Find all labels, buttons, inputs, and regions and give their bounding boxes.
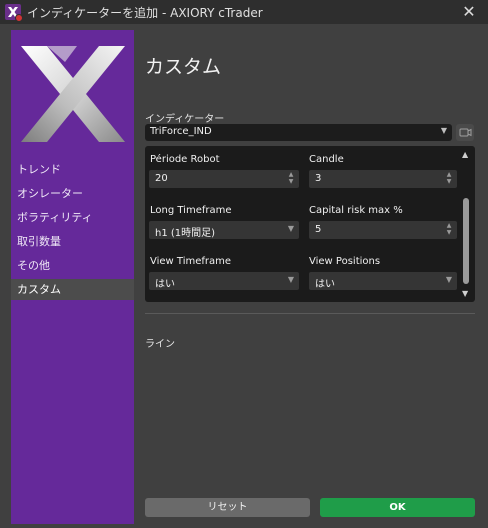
view-timeframe-label: View Timeframe <box>150 256 232 267</box>
chevron-down-icon: ▼ <box>287 224 294 233</box>
capital-risk-field[interactable]: 5 ▲ ▼ <box>309 221 457 239</box>
app-icon <box>5 4 23 22</box>
scroll-up-icon[interactable]: ▲ <box>462 150 468 159</box>
axiory-logo <box>17 38 129 150</box>
sidebar-item-other[interactable]: その他 <box>11 255 134 276</box>
sidebar-item-volatility[interactable]: ボラティリティ <box>11 207 134 228</box>
parameters-panel: Période Robot Candle 20 ▲ ▼ 3 ▲ ▼ Long Tim… <box>145 146 475 302</box>
chevron-down-icon: ▼ <box>445 275 452 284</box>
page-title: カスタム <box>145 56 222 78</box>
sidebar-item-custom[interactable]: カスタム <box>11 279 134 300</box>
sidebar-item-oscillator[interactable]: オシレーター <box>11 183 134 204</box>
indicator-select[interactable]: TriForce_IND ▼ <box>145 124 452 141</box>
candle-label: Candle <box>309 154 344 165</box>
long-timeframe-value: h1 (1時間足) <box>155 228 216 239</box>
sidebar-item-volume[interactable]: 取引数量 <box>11 231 134 252</box>
window-title: インディケーターを追加 - AXIORY cTrader <box>27 6 263 20</box>
lines-label: ライン <box>145 339 175 350</box>
sidebar-item-trend[interactable]: トレンド <box>11 159 134 180</box>
ok-button[interactable]: OK <box>320 498 475 517</box>
long-timeframe-select[interactable]: h1 (1時間足) ▼ <box>149 221 299 239</box>
camera-icon <box>459 128 472 137</box>
spinner-icon[interactable]: ▲ ▼ <box>445 222 453 236</box>
capital-risk-label: Capital risk max % <box>309 205 403 216</box>
candle-field[interactable]: 3 ▲ ▼ <box>309 170 457 188</box>
spinner-icon[interactable]: ▲ ▼ <box>445 171 453 185</box>
scroll-down-icon[interactable]: ▼ <box>462 289 468 298</box>
view-positions-label: View Positions <box>309 256 381 267</box>
indicator-label: インディケーター <box>145 114 225 125</box>
periode-robot-label: Période Robot <box>150 154 220 165</box>
divider <box>145 313 475 314</box>
capital-risk-value: 5 <box>315 224 322 235</box>
chevron-down-icon: ▼ <box>287 275 294 284</box>
reset-button[interactable]: リセット <box>145 498 310 517</box>
periode-robot-field[interactable]: 20 ▲ ▼ <box>149 170 299 188</box>
title-bar: インディケーターを追加 - AXIORY cTrader ✕ <box>0 0 488 24</box>
spinner-icon[interactable]: ▲ ▼ <box>287 171 295 185</box>
view-timeframe-value: はい <box>155 279 175 290</box>
camera-button[interactable] <box>456 124 474 141</box>
periode-robot-value: 20 <box>155 173 168 184</box>
close-icon[interactable]: ✕ <box>460 3 478 21</box>
candle-value: 3 <box>315 173 322 184</box>
scrollbar-thumb[interactable] <box>463 198 469 284</box>
view-positions-value: はい <box>315 279 335 290</box>
indicator-value: TriForce_IND <box>150 126 212 137</box>
long-timeframe-label: Long Timeframe <box>150 205 232 216</box>
sidebar: トレンド オシレーター ボラティリティ 取引数量 その他 カスタム <box>11 30 134 524</box>
view-timeframe-select[interactable]: はい ▼ <box>149 272 299 290</box>
view-positions-select[interactable]: はい ▼ <box>309 272 457 290</box>
chevron-down-icon: ▼ <box>440 126 447 135</box>
